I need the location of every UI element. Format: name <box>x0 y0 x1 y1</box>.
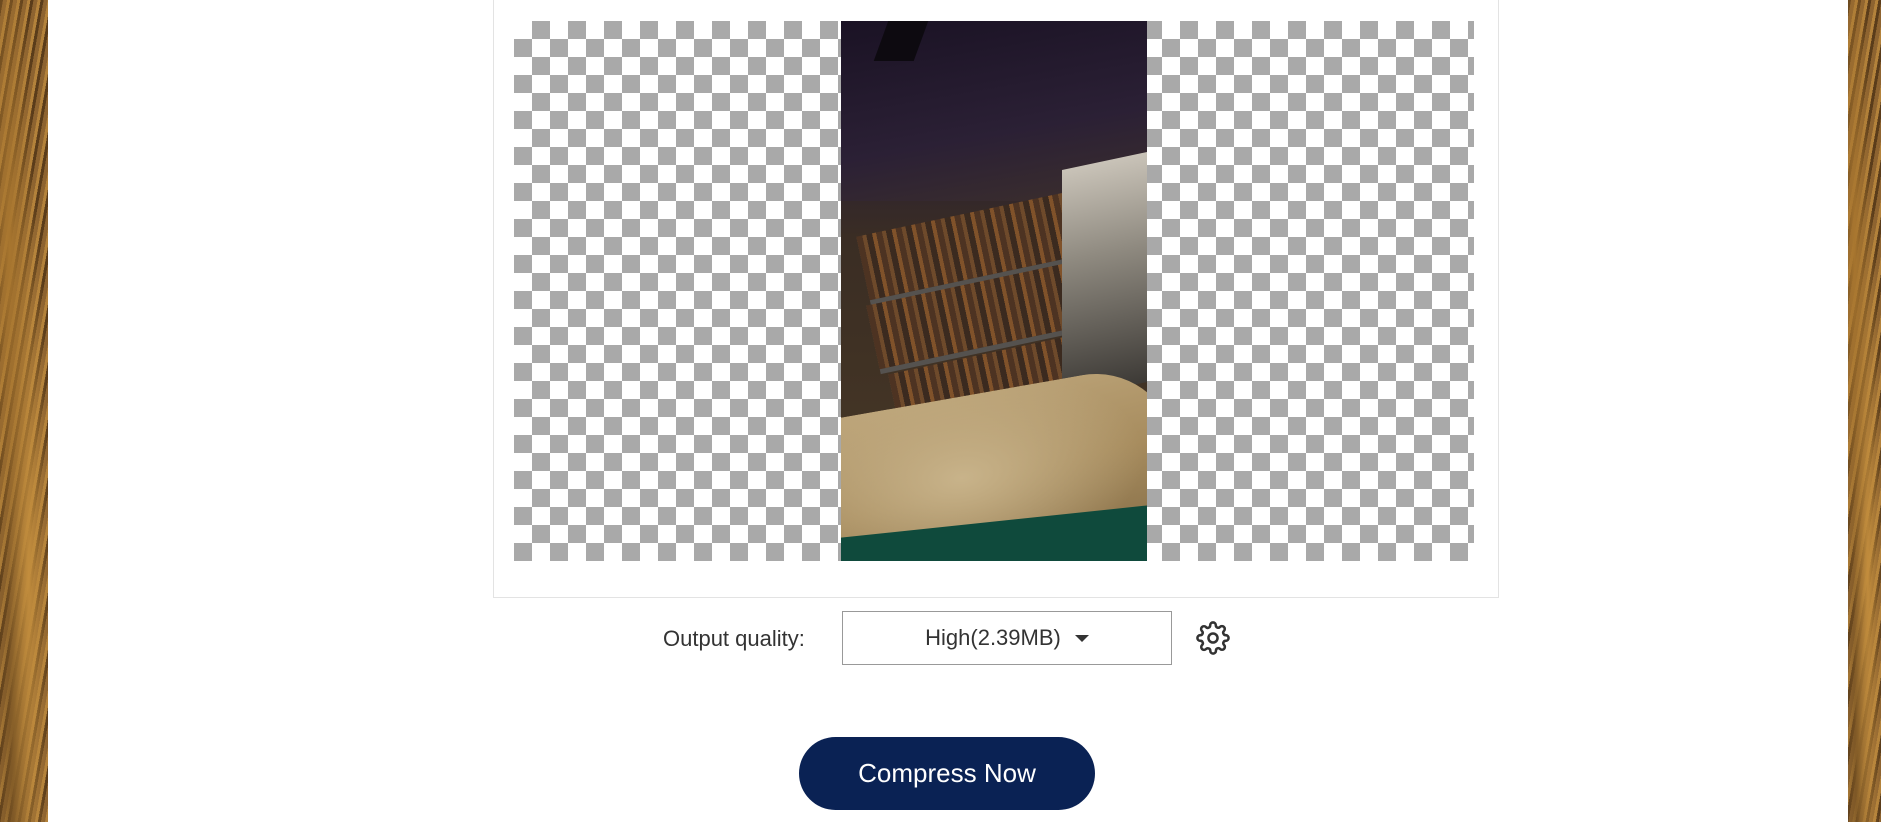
output-quality-dropdown[interactable]: High(2.39MB) <box>842 611 1172 665</box>
output-controls: Output quality: High(2.39MB) <box>48 610 1848 670</box>
caret-down-icon <box>1074 634 1089 642</box>
background-image-left <box>0 0 48 822</box>
output-quality-label: Output quality: <box>663 626 805 651</box>
output-quality-value: High(2.39MB) <box>925 625 1061 650</box>
gear-icon[interactable] <box>1196 621 1230 655</box>
video-preview-box <box>493 0 1499 598</box>
background-image-right <box>1848 0 1881 822</box>
transparent-canvas <box>514 21 1474 561</box>
compressor-panel: Output quality: High(2.39MB) Compress No… <box>48 0 1848 822</box>
compress-now-button[interactable]: Compress Now <box>799 737 1095 810</box>
video-thumbnail <box>841 21 1147 561</box>
